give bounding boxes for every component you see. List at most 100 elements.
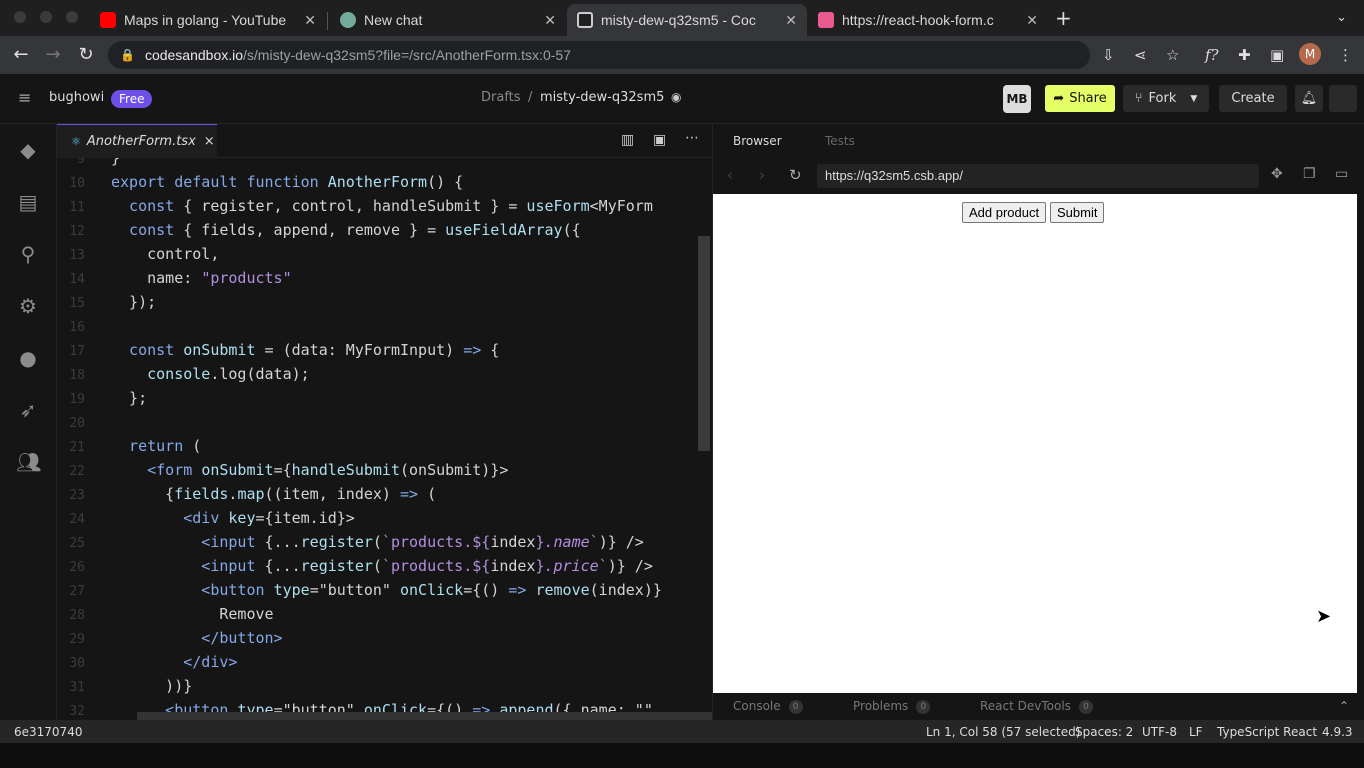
code-line: 9} [77,158,121,167]
install-app-icon[interactable]: ⇩ [1102,46,1115,64]
cube-explorer-icon[interactable]: ◆ [16,138,40,162]
screen-bottom-strip [0,743,1364,768]
close-icon[interactable]: × [204,134,215,149]
code-line: 29 </button> [69,629,283,647]
address-bar[interactable]: 🔒 codesandbox.io/s/misty-dew-q32sm5?file… [108,41,1090,69]
code-line: 24 <div key={item.id}> [69,509,355,527]
editor-tab-anotherform[interactable]: ⚛ AnotherForm.tsx × [57,124,217,158]
users-icon[interactable]: 👥︎ [16,450,41,474]
preview-frame: Add product Submit ➤ [713,194,1357,693]
code-line: 18 console.log(data); [69,365,310,383]
status-indentation[interactable]: Spaces: 2 [1075,725,1133,739]
tab-title: New chat [364,12,423,28]
url-path: /s/misty-dew-q32sm5?file=/src/AnotherFor… [243,47,571,63]
code-line: 30 </div> [69,653,238,671]
browser-tab-react-hook-form[interactable]: https://react-hook-form.c ✕ [808,4,1048,36]
tab-tests[interactable]: Tests [825,134,855,148]
code-line: 31 ))} [69,677,193,695]
react-devtools-tab[interactable]: React DevTools 0 [980,699,1093,714]
browser-tab-chatgpt[interactable]: New chat ✕ [330,4,566,36]
window-maximize-dot[interactable] [66,11,78,23]
code-line: 21 return ( [69,437,202,455]
close-icon[interactable]: ✕ [544,12,556,29]
chevron-up-icon[interactable]: ⌃ [1339,699,1349,713]
file-icon[interactable]: ▤ [16,190,40,214]
preview-layout-icon[interactable]: ▭ [1335,166,1348,182]
preview-back-icon[interactable]: ‹ [727,166,733,184]
browser-tab-codesandbox[interactable]: misty-dew-q32sm5 - Coc ✕ [567,4,807,36]
status-ts-version[interactable]: 4.9.3 [1322,725,1353,739]
more-options-icon[interactable]: ⋯ [685,130,699,146]
new-tab-icon[interactable]: + [1055,6,1072,30]
extension-fx-icon[interactable]: f? [1205,46,1219,64]
menu-kebab-icon[interactable]: ⋮ [1338,46,1353,64]
window-close-dot[interactable] [14,11,26,23]
code-line: 10 export default function AnotherForm() … [69,173,464,191]
rocket-deploy-icon[interactable]: ➶ [16,398,40,422]
window-minimize-dot[interactable] [40,11,52,23]
status-language[interactable]: TypeScript React [1217,725,1317,739]
close-icon[interactable]: ✕ [1026,12,1038,29]
code-line: 16 [69,320,85,335]
fork-icon: ⑂ [1134,91,1143,106]
close-icon[interactable]: ✕ [785,12,797,29]
tab-browser[interactable]: Browser [733,134,782,148]
code-line: 22 <form onSubmit={handleSubmit(onSubmit… [69,461,509,479]
url-host: codesandbox.io [144,47,244,63]
add-product-button[interactable]: Add product [962,202,1047,223]
forward-icon[interactable]: → [42,44,64,66]
back-icon[interactable]: ← [10,44,32,66]
create-button[interactable]: Create [1219,85,1287,112]
side-panel-icon[interactable]: ▣ [1270,46,1284,64]
share-icon[interactable]: ⋖ [1134,46,1147,64]
preview-url-input[interactable]: https://q32sm5.csb.app/ [817,164,1259,188]
sandbox-name[interactable]: misty-dew-q32sm5 [540,90,664,105]
preview-reload-icon[interactable]: ↻ [789,166,802,184]
codesandbox-icon [577,12,593,28]
browser-tab-youtube[interactable]: Maps in golang - YouTube ✕ [90,4,326,36]
status-commit[interactable]: 6e3170740 [14,725,82,739]
console-tab[interactable]: Console 0 [733,699,803,714]
preview-forward-icon[interactable]: › [759,166,765,184]
split-editor-icon[interactable]: ▥ [621,132,634,148]
code-line: 13 control, [69,245,220,263]
breadcrumb-drafts[interactable]: Drafts [481,90,521,105]
status-bar: 6e3170740 Ln 1, Col 58 (57 selected) Spa… [0,720,1364,743]
bookmark-star-icon[interactable]: ☆ [1166,46,1179,64]
status-eol[interactable]: LF [1189,725,1203,739]
count-badge: 0 [916,699,931,714]
status-cursor-position[interactable]: Ln 1, Col 58 (57 selected) [926,725,1080,739]
github-icon[interactable]: ● [16,346,40,370]
extensions-puzzle-icon[interactable]: ✚ [1238,46,1251,64]
profile-avatar-button[interactable] [1329,85,1357,112]
search-icon[interactable]: ⚲ [16,242,40,266]
code-line: 27 <button type="button" onClick={() => … [69,581,662,599]
code-line: 26 <input {...register(`products.${index… [69,557,653,575]
share-button[interactable]: ➦ Share [1045,85,1115,112]
vertical-scrollbar[interactable] [698,236,710,451]
preview-open-new-window-icon[interactable]: ❐ [1303,166,1316,182]
gear-icon[interactable]: ⚙ [16,294,40,318]
cube-logo-icon[interactable]: MB [1003,85,1031,113]
notifications-bell-icon[interactable]: 🔔︎ [1295,85,1323,112]
code-line: 28 Remove [69,605,274,623]
close-icon[interactable]: ✕ [304,12,316,29]
mouse-cursor-icon: ➤ [1316,606,1332,627]
fork-button[interactable]: ⑂ Fork ▼ [1123,85,1209,112]
code-line: 15 }); [69,293,157,311]
code-area[interactable]: 9} 10 export default function AnotherForm… [57,158,697,720]
status-encoding[interactable]: UTF-8 [1142,725,1177,739]
profile-avatar[interactable]: M [1299,43,1321,65]
menu-hamburger-icon[interactable]: ≡ [18,88,31,107]
workspace-name[interactable]: bughowi [49,90,104,105]
plan-badge: Free [111,90,153,108]
submit-button[interactable]: Submit [1050,202,1105,223]
tab-search-icon[interactable]: ⌄ [1336,10,1347,25]
horizontal-scrollbar[interactable] [137,712,712,720]
reload-icon[interactable]: ↻ [75,44,97,66]
chevron-down-icon[interactable]: ▼ [1190,94,1197,104]
problems-tab[interactable]: Problems 0 [853,699,931,714]
tab-divider [327,12,328,30]
open-preview-icon[interactable]: ▣ [653,132,666,148]
preview-devtools-icon[interactable]: ✥ [1271,166,1283,182]
